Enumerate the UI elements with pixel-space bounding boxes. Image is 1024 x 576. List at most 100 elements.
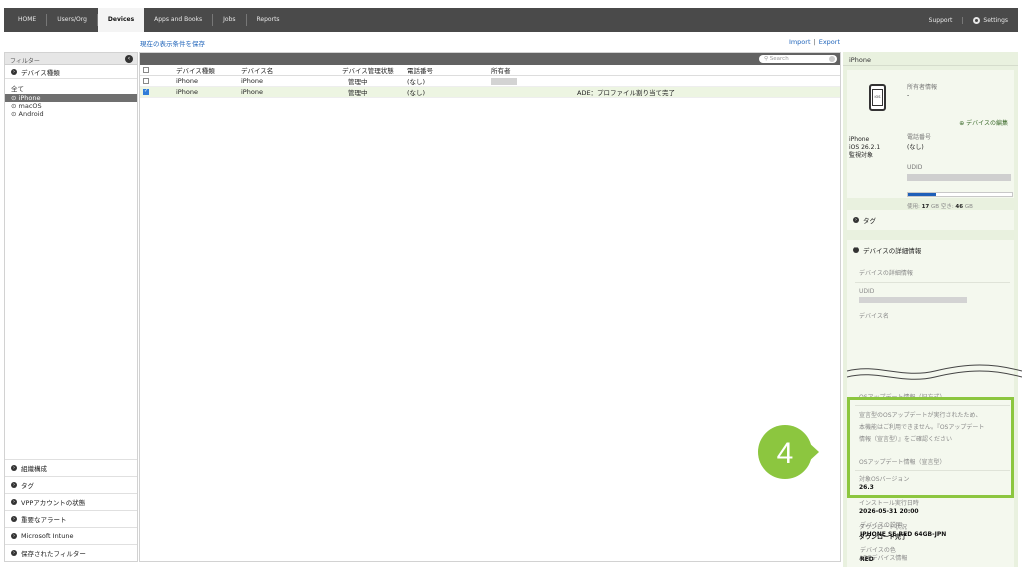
expand-icon: › bbox=[11, 465, 17, 471]
col-note bbox=[574, 65, 840, 76]
col-device-type[interactable]: デバイス種類 bbox=[154, 65, 238, 76]
cell-phone: (なし) bbox=[407, 89, 426, 97]
save-view-link[interactable]: 現在の表示条件を保存 bbox=[140, 38, 205, 48]
details-section[interactable]: ˅ デバイスの詳細情報 bbox=[847, 240, 1014, 260]
cut-wave-icon bbox=[847, 364, 1022, 380]
udid-redacted-2 bbox=[859, 297, 967, 303]
tag-section[interactable]: › タグ bbox=[847, 210, 1014, 230]
toolbar-row: 現在の表示条件を保存 Import | Export bbox=[138, 36, 842, 48]
top-navigation: HOME Users/Org Devices Apps and Books Jo… bbox=[4, 8, 1018, 32]
expand-icon: › bbox=[11, 68, 17, 75]
section-tag[interactable]: › タグ bbox=[5, 476, 137, 493]
filter-item-macos[interactable]: ⊙ macOS bbox=[5, 102, 137, 110]
detail-title: iPhone bbox=[843, 52, 1018, 66]
filter-item-iphone[interactable]: ⊙ iPhone bbox=[5, 94, 137, 102]
gear-icon bbox=[973, 16, 981, 24]
table-row[interactable]: iPhone iPhone 管理中 (なし) bbox=[140, 76, 840, 87]
sub-details-label: デバイスの詳細情報 bbox=[859, 270, 913, 277]
phone-value: (なし) bbox=[907, 144, 924, 151]
expand-icon: › bbox=[11, 533, 17, 539]
nav-users-org[interactable]: Users/Org bbox=[47, 14, 98, 26]
phone-screen-icon: iOS bbox=[872, 89, 883, 106]
app-root: HOME Users/Org Devices Apps and Books Jo… bbox=[0, 0, 1024, 576]
storage-bar bbox=[907, 192, 1013, 197]
col-phone[interactable]: 電話番号 bbox=[404, 65, 488, 76]
nav-devices[interactable]: Devices bbox=[97, 8, 145, 32]
cell-name: iPhone bbox=[241, 77, 263, 85]
expand-icon: › bbox=[11, 499, 17, 505]
nav-apps-and-books[interactable]: Apps and Books bbox=[144, 14, 214, 26]
section-intune[interactable]: › Microsoft Intune bbox=[5, 527, 137, 544]
import-link[interactable]: Import bbox=[789, 38, 811, 46]
device-label: iPhone bbox=[849, 136, 870, 143]
os-version: iOS 26.2.1 bbox=[849, 144, 881, 151]
cell-note bbox=[574, 76, 840, 87]
udid-redacted bbox=[907, 174, 1011, 181]
col-owner[interactable]: 所有者 bbox=[488, 65, 574, 76]
filter-item-all[interactable]: 全て bbox=[5, 85, 137, 93]
search-input[interactable]: ⚲ Search bbox=[759, 55, 837, 63]
device-name-label: デバイス名 bbox=[859, 313, 889, 320]
callout-pointer bbox=[807, 441, 819, 463]
install-date-label: インストール実行日時 bbox=[859, 500, 919, 507]
row-select-cell[interactable] bbox=[140, 76, 154, 87]
table-row[interactable]: iPhone iPhone 管理中 (なし) ADE：プロファイル割り当て完了 bbox=[140, 86, 840, 98]
select-all-cell[interactable] bbox=[140, 65, 154, 76]
import-export: Import | Export bbox=[789, 38, 840, 46]
storage-bar-fill bbox=[908, 193, 937, 196]
nav-home[interactable]: HOME bbox=[4, 14, 48, 26]
edit-device-label: デバイスの編集 bbox=[966, 120, 1008, 127]
cell-owner bbox=[488, 76, 574, 87]
col-mgmt-status[interactable]: デバイス管理状態 bbox=[328, 65, 404, 76]
col-device-name[interactable]: デバイス名 bbox=[238, 65, 328, 76]
device-summary-card: iOS iPhone iOS 26.2.1 監視対象 所有者情報 - ⊕ デバイ… bbox=[847, 70, 1014, 210]
device-meta: iPhone iOS 26.2.1 監視対象 bbox=[849, 136, 880, 160]
description-label: デバイスの説明 bbox=[860, 522, 902, 529]
nav-right: Support Settings bbox=[919, 16, 1018, 24]
filter-item-macos-label: macOS bbox=[18, 102, 42, 110]
settings-link[interactable]: Settings bbox=[963, 16, 1018, 24]
owner-redacted bbox=[491, 77, 517, 85]
section-alert[interactable]: › 重要なアラート bbox=[5, 510, 137, 527]
cell-phone: (なし) bbox=[407, 78, 426, 86]
collapse-icon: ˅ bbox=[853, 247, 859, 253]
section-org[interactable]: › 組織構成 bbox=[5, 459, 137, 476]
row-checkbox[interactable] bbox=[143, 78, 149, 84]
nav-jobs[interactable]: Jobs bbox=[213, 14, 247, 26]
select-all-checkbox[interactable] bbox=[143, 67, 149, 73]
device-type-section[interactable]: › デバイス種類 bbox=[5, 65, 137, 79]
clear-search-icon[interactable] bbox=[829, 56, 835, 62]
install-date-value: 2026-05-31 20:00 bbox=[859, 508, 919, 515]
color-label: デバイスの色 bbox=[860, 547, 896, 554]
collapse-panel-icon[interactable]: ‹ bbox=[125, 55, 133, 63]
owner-info-value: - bbox=[907, 92, 910, 99]
support-link[interactable]: Support bbox=[919, 16, 964, 24]
section-saved-label: 保存されたフィルター bbox=[21, 550, 86, 558]
expand-icon: › bbox=[11, 482, 17, 488]
search-icon: ⚲ bbox=[764, 56, 769, 62]
cell-type: iPhone bbox=[176, 88, 198, 96]
edit-device-button[interactable]: ⊕ デバイスの編集 bbox=[959, 118, 1008, 127]
device-table: デバイス種類 デバイス名 デバイス管理状態 電話番号 所有者 iPhone iP… bbox=[140, 65, 840, 98]
filter-item-android[interactable]: ⊙ Android bbox=[5, 110, 137, 118]
row-select-cell[interactable] bbox=[140, 87, 154, 98]
expand-icon: › bbox=[11, 516, 17, 522]
filter-item-android-label: Android bbox=[18, 110, 44, 118]
nav-reports[interactable]: Reports bbox=[247, 14, 290, 26]
description-value: IPHONE SE RED 64GB-JPN bbox=[860, 531, 947, 538]
owner-info-label: 所有者情報 bbox=[907, 84, 938, 91]
section-vpp[interactable]: › VPPアカウントの状態 bbox=[5, 493, 137, 510]
section-saved-filters[interactable]: › 保存されたフィルター bbox=[5, 544, 137, 561]
export-link[interactable]: Export bbox=[819, 38, 840, 46]
step-callout: 4 bbox=[758, 425, 819, 479]
section-org-label: 組織構成 bbox=[21, 465, 47, 473]
expand-icon: › bbox=[11, 550, 17, 556]
row-checkbox[interactable] bbox=[143, 88, 149, 95]
table-toolbar: ⚲ Search bbox=[140, 53, 840, 65]
cell-note: ADE：プロファイル割り当て完了 bbox=[577, 89, 676, 97]
separator: | bbox=[813, 38, 816, 46]
details-section-label: デバイスの詳細情報 bbox=[863, 247, 922, 255]
callout-number: 4 bbox=[777, 437, 794, 470]
cell-name: iPhone bbox=[241, 88, 263, 96]
section-intune-label: Microsoft Intune bbox=[21, 532, 74, 540]
